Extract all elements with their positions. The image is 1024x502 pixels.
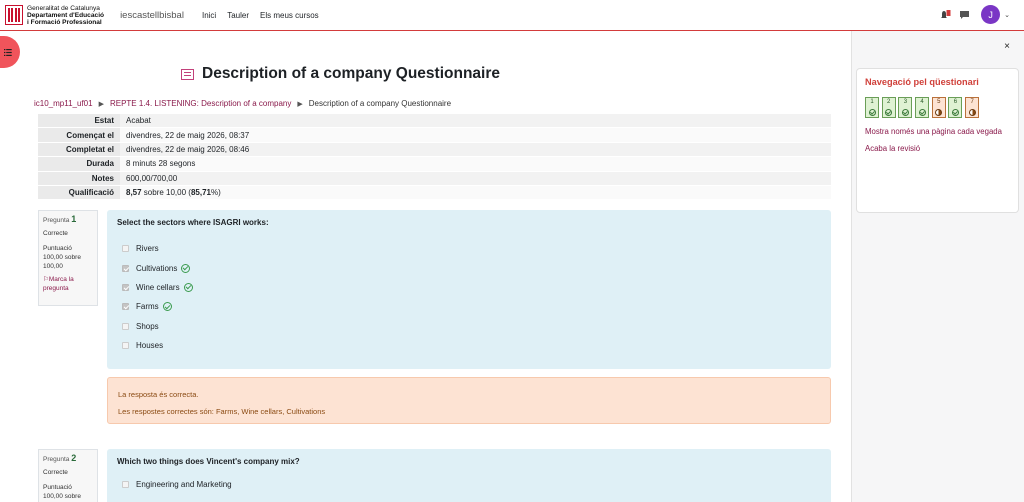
breadcrumb-separator-icon: ▶: [297, 100, 303, 108]
feedback-right-answer: Les respostes correctes són: Farms, Wine…: [118, 407, 326, 416]
breadcrumb-current: Description of a company Questionnaire: [308, 99, 452, 108]
breadcrumb-section[interactable]: REPTE 1.4. LISTENING: Description of a c…: [110, 99, 291, 108]
nav-dashboard[interactable]: Tauler: [227, 11, 249, 20]
answer-option[interactable]: Rivers: [117, 239, 821, 258]
correct-icon: [951, 109, 959, 116]
correct-icon: [181, 263, 191, 273]
answer-option[interactable]: Cultivations: [117, 258, 821, 277]
answer-option[interactable]: Shops: [117, 317, 821, 336]
bell-icon[interactable]: [937, 8, 951, 22]
summary-row: Durada 8 minuts 28 segons: [38, 157, 831, 172]
show-one-page-link[interactable]: Mostra només una pàgina cada vegada: [865, 126, 1010, 139]
correct-icon: [183, 282, 193, 292]
checkbox[interactable]: [122, 303, 129, 311]
feedback-general: La resposta és correcta.: [118, 390, 199, 399]
question-content: Which two things does Vincent's company …: [107, 449, 831, 502]
nav-home[interactable]: Inici: [202, 11, 216, 20]
checkbox[interactable]: [122, 322, 129, 330]
quiz-nav-button-3[interactable]: 3: [898, 97, 913, 118]
attempt-summary-table: Estat Acabat Començat el divendres, 22 de …: [38, 114, 831, 201]
correct-icon: [162, 302, 172, 312]
quiz-navigation-drawer: × Navegació pel qüestionari 1 2 3 4 5 6 …: [851, 31, 1024, 502]
partial-icon: [935, 109, 943, 116]
question-content: Select the sectors where ISAGRI works: R…: [107, 210, 831, 369]
close-icon[interactable]: ×: [1004, 41, 1010, 52]
org-line-3: i Formació Professional: [27, 18, 102, 26]
checkbox[interactable]: [122, 264, 129, 272]
summary-row: Completat el divendres, 22 de maig 2026, …: [38, 142, 831, 158]
page-title: Description of a company Questionnaire: [181, 63, 500, 85]
question-state: Correcte: [43, 230, 68, 237]
gencat-logo[interactable]: Generalitat de Catalunya Departament d'E…: [5, 4, 104, 26]
question-info: Pregunta 2 Correcte Puntuació 100,00 sob…: [38, 449, 98, 502]
quiz-nav-button-4[interactable]: 4: [915, 97, 930, 118]
finish-review-link[interactable]: Acaba la revisió: [865, 143, 1010, 156]
question-text: Select the sectors where ISAGRI works:: [117, 218, 269, 227]
checkbox[interactable]: [122, 481, 129, 489]
breadcrumb-separator-icon: ▶: [98, 100, 104, 108]
menu-icon: [4, 48, 12, 56]
summary-row: Estat Acabat: [38, 114, 831, 129]
answer-option[interactable]: Farms: [117, 297, 821, 316]
quiz-nav-button-2[interactable]: 2: [881, 97, 896, 118]
quiz-nav-button-6[interactable]: 6: [948, 97, 963, 118]
correct-icon: [901, 109, 909, 116]
quiz-nav-buttons: 1 2 3 4 5 6 7: [865, 97, 1010, 118]
quiz-icon: [181, 68, 194, 80]
quiz-nav-button-5[interactable]: 5: [931, 97, 946, 118]
question-number: 1: [71, 214, 77, 224]
checkbox[interactable]: [122, 283, 129, 291]
question-info: Pregunta 1 Correcte Puntuació 100,00 sob…: [38, 210, 98, 306]
quiz-nav-button-1[interactable]: 1: [865, 97, 879, 118]
chevron-down-icon[interactable]: ⌄: [1004, 11, 1010, 19]
correct-icon: [885, 109, 893, 116]
chat-icon[interactable]: [957, 8, 971, 22]
open-course-index-button[interactable]: [0, 36, 20, 68]
quiz-nav-button-7[interactable]: 7: [965, 97, 980, 118]
checkbox[interactable]: [122, 245, 129, 253]
checkbox[interactable]: [122, 342, 129, 350]
gencat-logo-icon: [5, 5, 23, 25]
question-state: Correcte: [43, 469, 68, 476]
correct-icon: [868, 109, 876, 116]
avatar[interactable]: J: [981, 5, 1001, 24]
org-line-2: Departament d'Educació: [27, 11, 105, 19]
breadcrumb-course[interactable]: ic10_mp11_uf01: [34, 99, 93, 108]
nav-my-courses[interactable]: Els meus cursos: [260, 11, 319, 20]
partial-icon: [968, 109, 976, 116]
top-navbar: Generalitat de Catalunya Departament d'E…: [0, 0, 1024, 31]
question-text: Which two things does Vincent's company …: [117, 457, 300, 466]
site-name[interactable]: iescastellbisbal: [120, 10, 184, 21]
summary-row: Notes 600,00/700,00: [38, 171, 831, 186]
summary-row: Començat el divendres, 22 de maig 2026, 0…: [38, 128, 831, 143]
breadcrumb: ic10_mp11_uf01 ▶ REPTE 1.4. LISTENING: D…: [34, 99, 451, 108]
answer-option[interactable]: Houses: [117, 336, 821, 355]
correct-icon: [918, 109, 926, 116]
page-title-text: Description of a company Questionnaire: [202, 65, 501, 82]
question-number: 2: [71, 453, 77, 463]
answer-option[interactable]: Wine cellars: [117, 278, 821, 297]
org-line-1: Generalitat de Catalunya: [27, 4, 100, 12]
summary-row: Qualificació 8,57 sobre 10,00 (85,71%): [38, 185, 831, 201]
quiz-navigation-card: Navegació pel qüestionari 1 2 3 4 5 6 7 …: [856, 68, 1019, 213]
answer-option[interactable]: Engineering and Marketing: [117, 475, 821, 494]
flag-question-link[interactable]: ⚐Marca la pregunta: [43, 275, 93, 293]
quiz-nav-title: Navegació pel qüestionari: [865, 77, 979, 87]
question-feedback: La resposta és correcta. Les respostes c…: [107, 377, 831, 424]
